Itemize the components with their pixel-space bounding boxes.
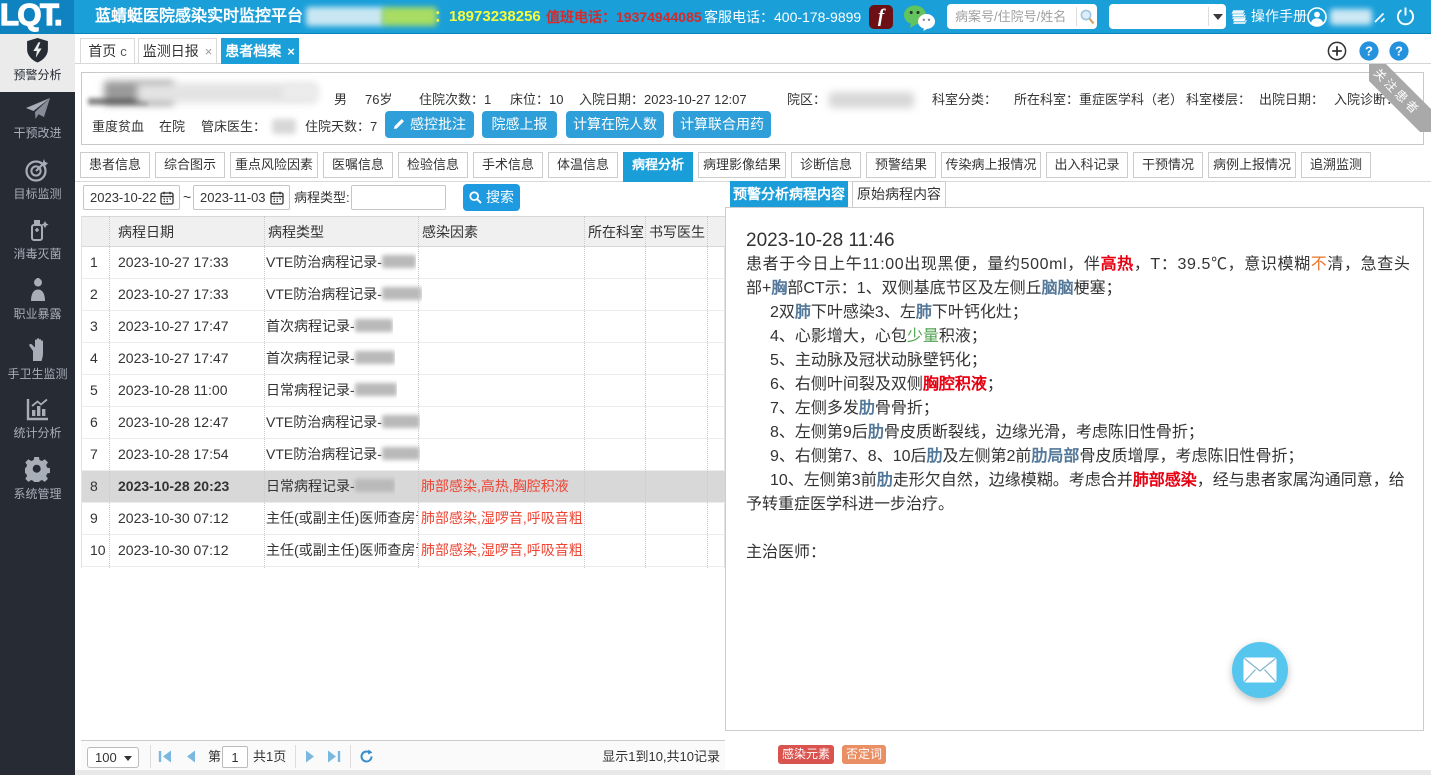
svg-text:?: ? <box>1395 44 1403 59</box>
svg-text:?: ? <box>1365 44 1373 59</box>
